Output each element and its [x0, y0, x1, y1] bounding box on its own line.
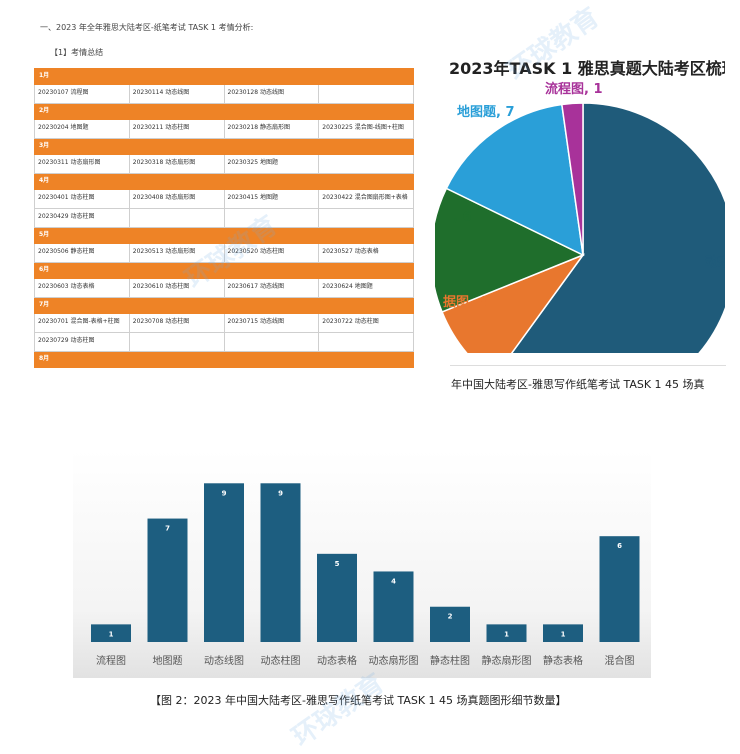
table-row: 20230401 动态柱图 20230408 动态扇形图 20230415 地图题 2…	[34, 189, 414, 209]
table-row: 20230107 流程图 20230114 动态线图 20230128 动态线图	[34, 84, 414, 104]
table-cell: 20230311 动态扇形图	[34, 154, 130, 174]
month-header-row: 8月	[34, 351, 414, 368]
pie-chart: 流程图, 1 地图题, 7 , 6 据图, 4 动态	[435, 81, 725, 353]
category-tick-label: 流程图	[96, 654, 126, 667]
table-cell: 20230527 动态表格	[318, 243, 414, 263]
bar	[147, 518, 188, 642]
table-cell: 20230114 动态线图	[128, 84, 225, 104]
table-row: 20230729 动态柱图	[34, 332, 414, 352]
bar-value-label: 5	[335, 560, 340, 568]
bar-value-label: 2	[448, 613, 453, 621]
pie-label: 据图, 4	[443, 294, 488, 310]
table-cell: 20230401 动态柱图	[34, 189, 130, 209]
pie-chart-caption: 年中国大陆考区-雅思写作纸笔考试 TASK 1 45 场真	[451, 378, 705, 391]
table-cell	[318, 84, 414, 104]
table-cell: 20230204 地图题	[34, 119, 130, 139]
bar	[599, 536, 640, 642]
table-row: 20230204 地图题 20230211 动态柱图 20230218 静态扇形图 2…	[34, 119, 414, 139]
pie-chart-panel: 流程图, 1 地图题, 7 , 6 据图, 4 动态	[435, 48, 725, 353]
month-header-row: 1月	[34, 68, 414, 85]
month-header-row: 2月	[34, 103, 414, 120]
month-header-row: 3月	[34, 138, 414, 155]
category-tick-label: 静态扇形图	[482, 654, 532, 667]
bar	[260, 483, 301, 642]
section-subheading: 【1】考情总结	[50, 48, 104, 57]
table-cell: 20230415 地图题	[223, 189, 320, 209]
document-heading: 一、2023 年全年雅思大陆考区-纸笔考试 TASK 1 考情分析:	[40, 23, 254, 32]
table-cell: 20230128 动态线图	[223, 84, 320, 104]
bar-value-label: 6	[617, 542, 622, 550]
table-cell: 20230225 混合图-线图+柱图	[318, 119, 414, 139]
category-tick-label: 动态扇形图	[369, 654, 419, 667]
table-cell: 20230722 动态柱图	[318, 313, 414, 333]
category-tick-label: 静态柱图	[430, 654, 470, 667]
table-cell: 20230701 混合图-表格+柱图	[34, 313, 130, 333]
category-tick-label: 混合图	[605, 654, 635, 667]
pie-label: , 6	[453, 210, 472, 225]
bar-value-label: 1	[504, 630, 509, 638]
table-row: 20230311 动态扇形图 20230318 动态扇形图 20230325 地图题	[34, 154, 414, 174]
table-cell: 20230715 动态线图	[223, 313, 320, 333]
table-row: 20230701 混合图-表格+柱图 20230708 动态柱图 20230715 …	[34, 313, 414, 333]
table-cell	[128, 332, 225, 352]
bar	[204, 483, 244, 642]
table-cell: 20230506 静态柱图	[34, 243, 130, 263]
month-header-row: 4月	[34, 173, 414, 190]
table-cell: 20230318 动态扇形图	[128, 154, 225, 174]
table-cell: 20230624 地图题	[318, 278, 414, 298]
month-header-row: 7月	[34, 297, 414, 314]
table-cell: 20230325 地图题	[223, 154, 320, 174]
bar-value-label: 7	[165, 525, 170, 533]
pie-chart-title: 2023年TASK 1 雅思真题大陆考区梳理	[449, 59, 725, 78]
table-cell: 20230429 动态柱图	[34, 208, 130, 228]
bar-value-label: 9	[222, 489, 227, 497]
bar-value-label: 9	[278, 489, 283, 497]
month-label: 4月	[34, 173, 414, 190]
table-cell	[318, 208, 414, 228]
category-tick-label: 地图题	[153, 654, 183, 667]
category-tick-label: 动态表格	[317, 654, 357, 667]
table-cell: 20230211 动态柱图	[128, 119, 225, 139]
pie-label: 动态	[705, 254, 725, 270]
table-cell: 20230107 流程图	[34, 84, 130, 104]
table-row: 20230429 动态柱图	[34, 208, 414, 228]
table-cell: 20230729 动态柱图	[34, 332, 130, 352]
table-cell: 20230708 动态柱图	[128, 313, 225, 333]
table-cell: 20230617 动态线图	[223, 278, 320, 298]
month-label: 1月	[34, 68, 414, 85]
bar-value-label: 4	[391, 577, 396, 585]
table-cell: 20230408 动态扇形图	[128, 189, 225, 209]
category-tick-label: 动态柱图	[261, 654, 301, 667]
category-tick-label: 动态线图	[204, 654, 244, 667]
table-cell	[318, 332, 414, 352]
month-label: 2月	[34, 103, 414, 120]
bar-value-label: 1	[561, 630, 566, 638]
table-cell: 20230218 静态扇形图	[223, 119, 320, 139]
divider	[450, 365, 726, 366]
table-cell: 20230603 动态表格	[34, 278, 130, 298]
table-cell	[128, 208, 225, 228]
table-cell	[223, 332, 320, 352]
pie-label: 地图题, 7	[457, 104, 515, 120]
table-row: 20230603 动态表格 20230610 动态柱图 20230617 动态线图 2…	[34, 278, 414, 298]
pie-label: 流程图, 1	[545, 81, 603, 97]
month-label: 7月	[34, 297, 414, 314]
month-label: 8月	[34, 351, 414, 368]
category-tick-label: 静态表格	[543, 654, 583, 667]
month-label: 3月	[34, 138, 414, 155]
bar-value-label: 1	[109, 630, 114, 638]
table-cell	[318, 154, 414, 174]
table-cell: 20230422 混合图扇形图+表格	[318, 189, 414, 209]
bar-chart: 1 流程图 7 地图题 9 动态线图 9 动态柱图 5 动态表格 4 动态扇形图 2 静态柱图 1 静态扇形图…	[73, 450, 651, 678]
